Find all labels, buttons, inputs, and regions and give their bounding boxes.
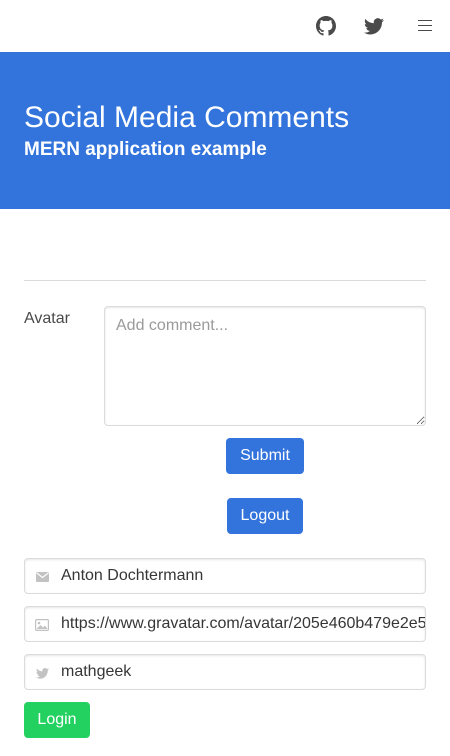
image-icon (35, 618, 49, 632)
login-button[interactable]: Login (24, 702, 90, 738)
twitter-icon (35, 666, 49, 680)
submit-button[interactable]: Submit (226, 438, 304, 474)
page-title: Social Media Comments (24, 101, 350, 134)
name-field[interactable] (24, 558, 426, 594)
navbar (0, 0, 450, 52)
section-divider (24, 280, 426, 281)
comment-input[interactable] (104, 306, 426, 426)
avatar-url-input[interactable] (61, 607, 425, 641)
envelope-icon (35, 570, 49, 584)
hamburger-line (418, 25, 432, 26)
twitter-icon[interactable] (362, 14, 386, 38)
github-icon[interactable] (314, 14, 338, 38)
hero-banner: Social Media Comments MERN application e… (0, 52, 450, 209)
avatar-label: Avatar (24, 310, 70, 327)
twitter-handle-input[interactable] (61, 655, 425, 689)
logout-button[interactable]: Logout (227, 498, 303, 534)
page-subtitle: MERN application example (24, 139, 267, 160)
avatar-url-field[interactable] (24, 606, 426, 642)
hamburger-line (418, 30, 432, 31)
hamburger-menu-icon[interactable] (413, 14, 437, 38)
twitter-handle-field[interactable] (24, 654, 426, 690)
hamburger-line (418, 20, 432, 21)
name-input[interactable] (61, 559, 425, 593)
